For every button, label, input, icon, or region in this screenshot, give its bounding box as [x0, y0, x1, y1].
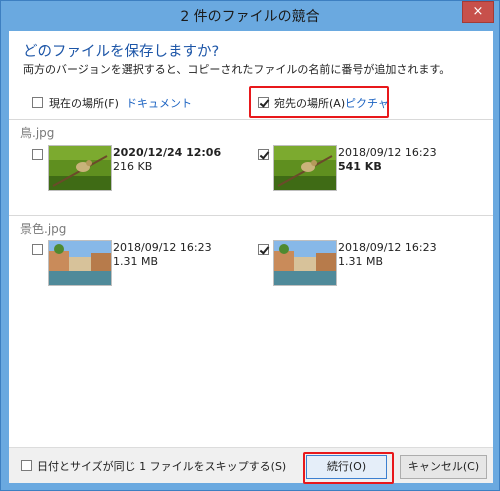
- dialog-footer: 日付とサイズが同じ 1 ファイルをスキップする(S) 続行(O) キャンセル(C…: [9, 447, 493, 484]
- destination-location-link[interactable]: ピクチャ: [345, 95, 389, 111]
- canal-photo-icon[interactable]: [48, 240, 112, 286]
- file2-current-checkbox[interactable]: [32, 244, 43, 255]
- file2-destination-date: 2018/09/12 16:23: [338, 241, 437, 254]
- file1-destination-date: 2018/09/12 16:23: [338, 146, 437, 159]
- file-name: 景色.jpg: [20, 222, 67, 236]
- skip-same-label: 日付とサイズが同じ 1 ファイルをスキップする(S): [37, 460, 287, 473]
- cancel-button[interactable]: キャンセル(C): [400, 455, 487, 479]
- destination-location-checkbox[interactable]: [258, 97, 269, 108]
- dialog-description: 両方のバージョンを選択すると、コピーされたファイルの名前に番号が追加されます。: [23, 63, 451, 76]
- title-bar: 2 件のファイルの競合 ×: [1, 1, 499, 31]
- file-name: 鳥.jpg: [20, 126, 55, 140]
- file1-current-size: 216 KB: [113, 160, 153, 173]
- file1-current-date: 2020/12/24 12:06: [113, 146, 222, 159]
- bird-photo-icon[interactable]: [48, 145, 112, 191]
- file1-destination-size: 541 KB: [338, 160, 382, 173]
- file2-current-date: 2018/09/12 16:23: [113, 241, 212, 254]
- destination-location-label: 宛先の場所(A): [274, 97, 346, 110]
- file2-destination-size: 1.31 MB: [338, 255, 384, 268]
- window-title: 2 件のファイルの競合: [180, 9, 320, 25]
- file1-destination-checkbox[interactable]: [258, 149, 269, 160]
- file-divider: [9, 215, 493, 216]
- dialog-window: 2 件のファイルの競合 × どのファイルを保存しますか? 両方のバージョンを選択…: [0, 0, 500, 491]
- canal-photo-icon[interactable]: [273, 240, 337, 286]
- current-location-link[interactable]: ドキュメント: [126, 95, 192, 111]
- file-divider: [9, 119, 493, 120]
- current-location-checkbox[interactable]: [32, 97, 43, 108]
- file2-current-size: 1.31 MB: [113, 255, 159, 268]
- current-location-label: 現在の場所(F): [49, 97, 119, 110]
- file2-destination-checkbox[interactable]: [258, 244, 269, 255]
- dialog-heading: どのファイルを保存しますか?: [23, 44, 220, 60]
- close-button[interactable]: ×: [462, 1, 494, 23]
- skip-same-checkbox[interactable]: [21, 460, 32, 471]
- dialog-content: どのファイルを保存しますか? 両方のバージョンを選択すると、コピーされたファイル…: [9, 31, 493, 484]
- bird-photo-icon[interactable]: [273, 145, 337, 191]
- file1-current-checkbox[interactable]: [32, 149, 43, 160]
- continue-button[interactable]: 続行(O): [306, 455, 387, 479]
